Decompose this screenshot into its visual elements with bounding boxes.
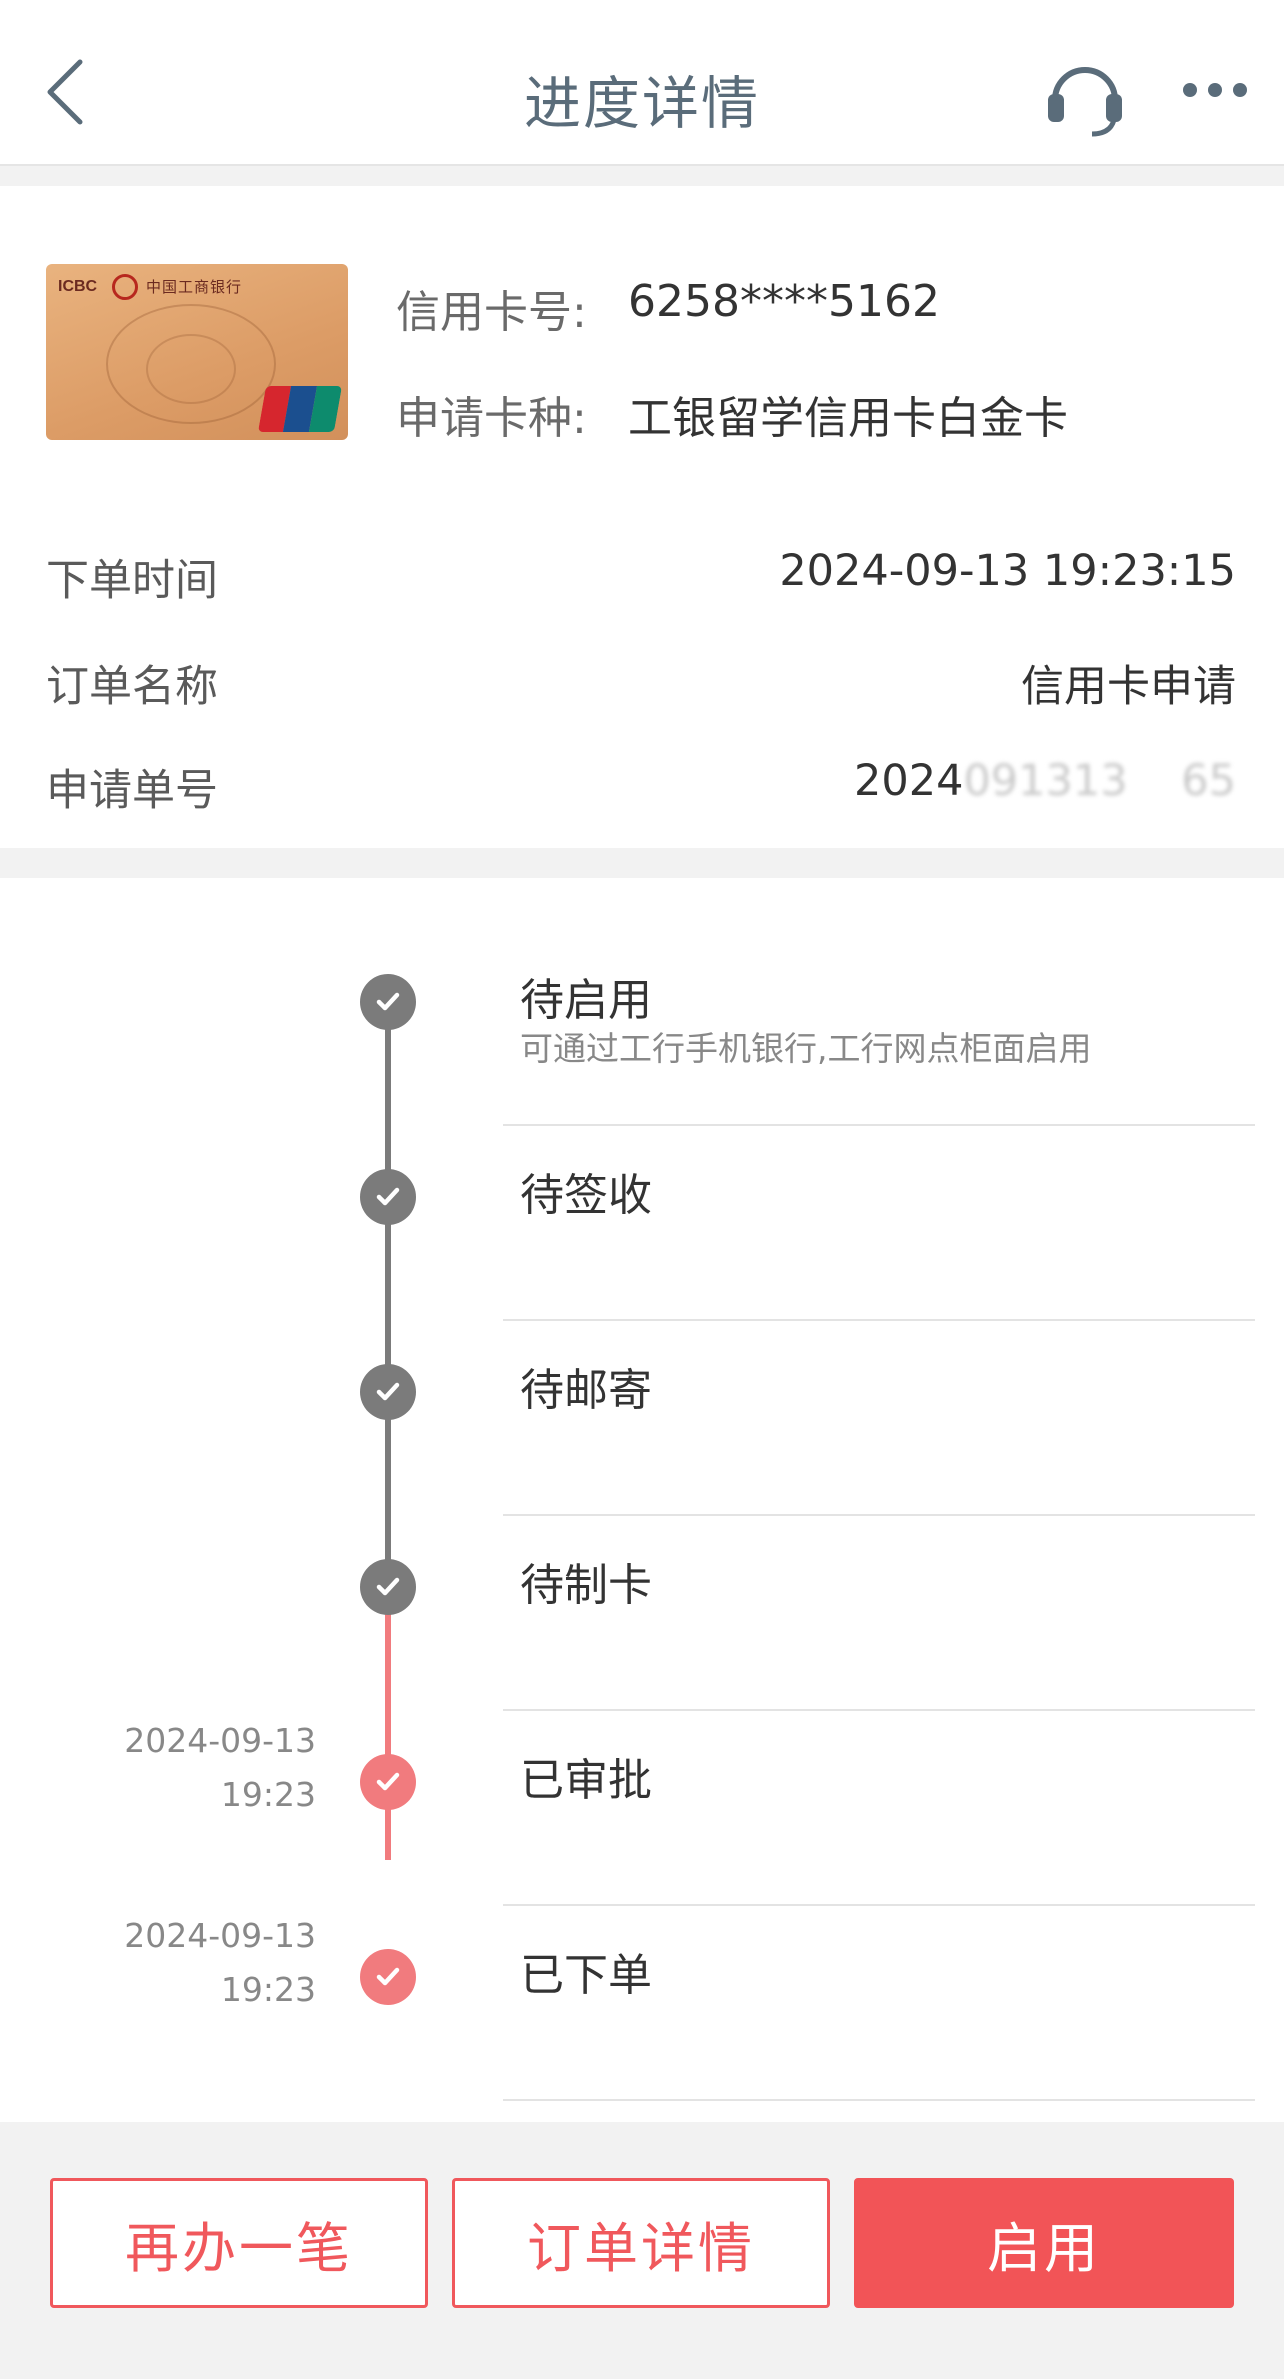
card-bank-name: 中国工商银行: [146, 278, 243, 296]
card-type-label: 申请卡种:: [396, 393, 587, 444]
customer-service-button[interactable]: [1040, 50, 1130, 140]
order-name-value: 信用卡申请: [1021, 662, 1236, 712]
unionpay-logo-icon: [257, 386, 343, 432]
timeline-step-dot: [360, 1364, 416, 1420]
timeline-step-dot: [360, 1169, 416, 1225]
timeline-line-pending: [385, 1002, 391, 1560]
progress-timeline: 待启用 可通过工行手机银行,工行网点柜面启用待签收待邮寄待制卡已审批 2024-09…: [0, 878, 1284, 2122]
timeline-step-dot: [360, 1559, 416, 1615]
check-icon: [376, 992, 400, 1011]
headset-icon: [1048, 67, 1122, 137]
timeline-step-date: 2024-09-13: [124, 1721, 316, 1760]
activate-button[interactable]: 启用: [854, 2178, 1234, 2308]
timeline-step-title: 待制卡: [520, 1560, 652, 1611]
nav-header: 进度详情: [0, 0, 1284, 166]
timeline-divider: [503, 1124, 1255, 1126]
more-button[interactable]: [1180, 70, 1250, 110]
timeline-step-dot: [360, 1754, 416, 1810]
credit-card-image: ICBC 中国工商银行: [46, 264, 348, 440]
order-name-label: 订单名称: [46, 662, 218, 712]
timeline-divider: [503, 1709, 1255, 1711]
order-time-label: 下单时间: [46, 556, 218, 606]
check-icon: [376, 1577, 400, 1596]
card-number-value: 6258****5162: [628, 276, 940, 327]
timeline-step-subtitle: 可通过工行手机银行,工行网点柜面启用: [520, 1029, 1092, 1068]
timeline-divider: [503, 1514, 1255, 1516]
check-icon: [376, 1967, 400, 1986]
apply-again-button[interactable]: 再办一笔: [50, 2178, 428, 2308]
timeline-step-title: 已下单: [520, 1950, 652, 2001]
check-icon: [376, 1772, 400, 1791]
card-type-value: 工银留学信用卡白金卡: [628, 393, 1068, 444]
card-bank-abbr: ICBC: [58, 278, 98, 295]
timeline-divider: [503, 1904, 1255, 1906]
application-id-value: 2024091313 65: [854, 756, 1236, 806]
timeline-step-date: 2024-09-13: [124, 1916, 316, 1955]
card-number-label: 信用卡号:: [396, 287, 587, 338]
more-horizontal-icon: [1183, 83, 1247, 97]
check-icon: [376, 1187, 400, 1206]
timeline-step-dot: [360, 1949, 416, 2005]
application-id-label: 申请单号: [46, 766, 218, 816]
timeline-step-dot: [360, 974, 416, 1030]
bottom-action-bar: 再办一笔 订单详情 启用: [0, 2122, 1284, 2379]
card-info-section: ICBC 中国工商银行 信用卡号: 6258****5162 申请卡种: 工银留…: [0, 186, 1284, 848]
check-icon: [376, 1382, 400, 1401]
timeline-divider: [503, 2099, 1255, 2101]
timeline-step-title: 待邮寄: [520, 1365, 652, 1416]
icbc-logo-icon: [112, 274, 138, 300]
timeline-step-title: 待启用: [520, 975, 652, 1026]
timeline-step-time: 19:23: [220, 1970, 316, 2009]
timeline-step-title: 已审批: [520, 1755, 652, 1806]
order-detail-button[interactable]: 订单详情: [452, 2178, 830, 2308]
timeline-step-title: 待签收: [520, 1170, 652, 1221]
timeline-step-datetime: 2024-09-13 19:23: [124, 1909, 316, 2017]
timeline-step-datetime: 2024-09-13 19:23: [124, 1714, 316, 1822]
timeline-step-time: 19:23: [220, 1775, 316, 1814]
order-time-value: 2024-09-13 19:23:15: [779, 546, 1236, 596]
timeline-divider: [503, 1319, 1255, 1321]
